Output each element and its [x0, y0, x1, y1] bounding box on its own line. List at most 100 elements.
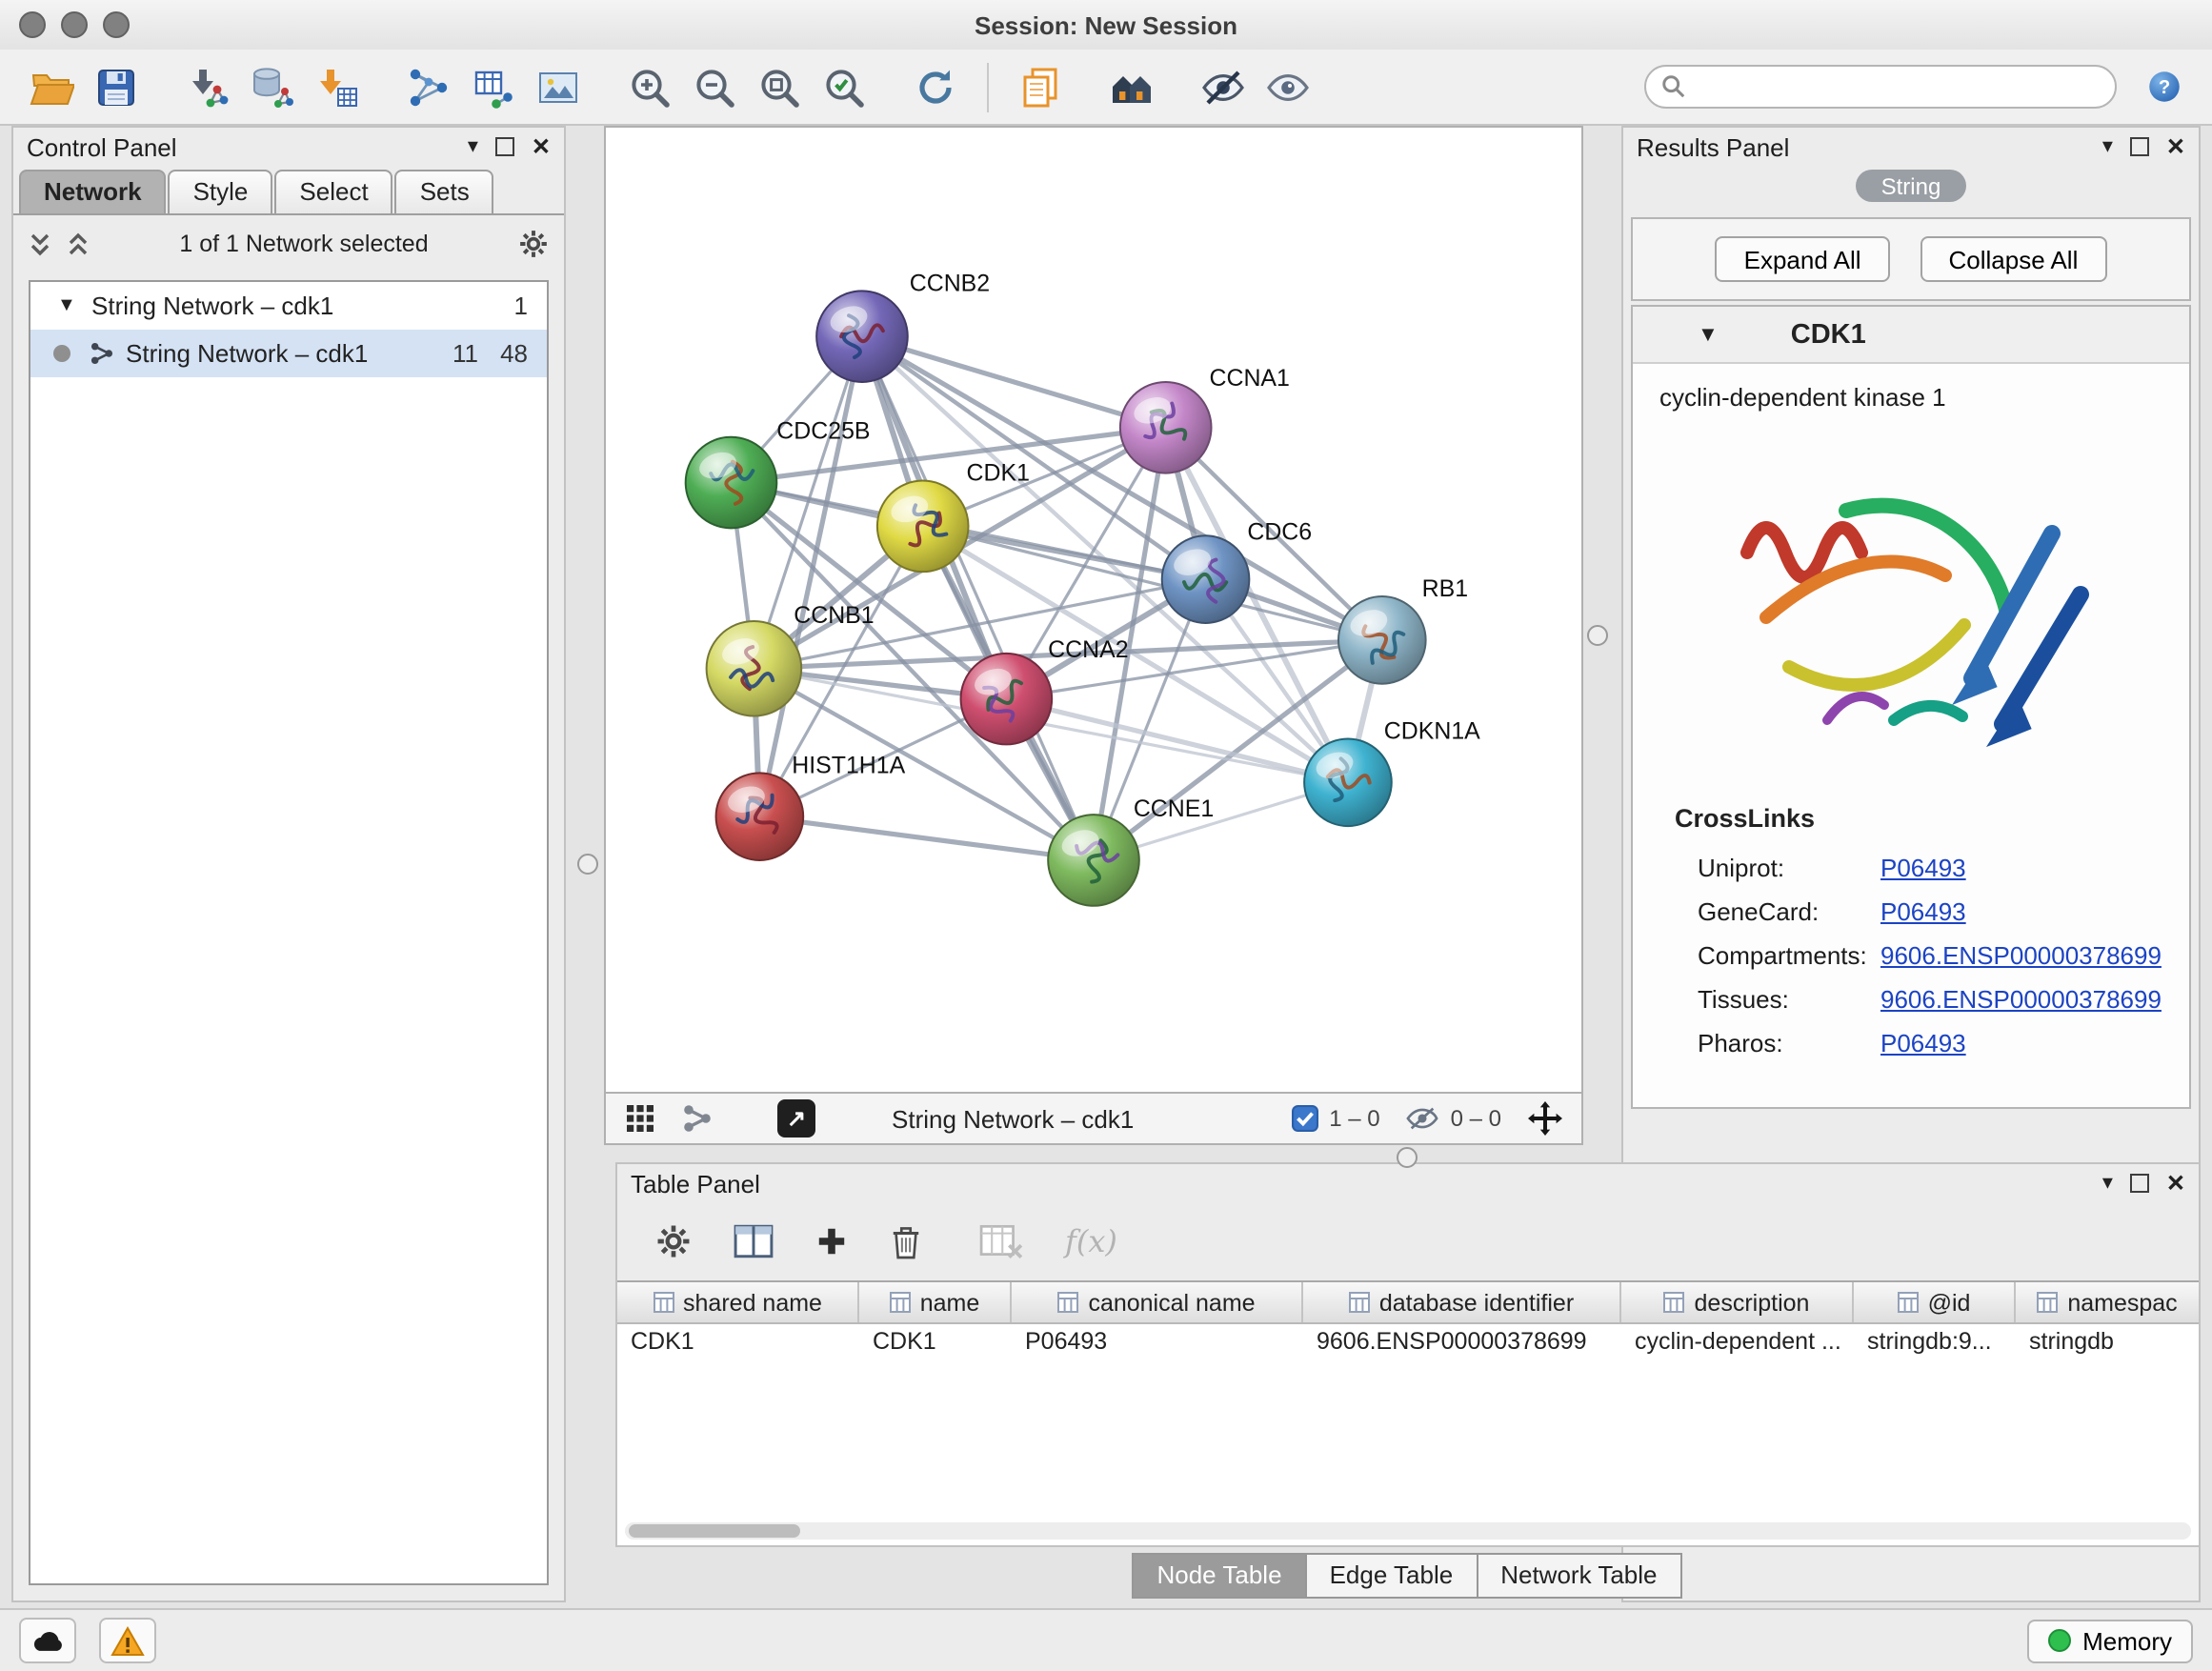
network-node-CDC25B[interactable]: [686, 437, 777, 529]
new-network-button[interactable]: [396, 56, 461, 117]
memory-button[interactable]: Memory: [2027, 1619, 2193, 1662]
cell-namespace[interactable]: stringdb: [2016, 1324, 2199, 1360]
delete-column-button[interactable]: [890, 1222, 922, 1258]
gene-caret-icon[interactable]: ▼: [1698, 323, 1719, 346]
column-header-id[interactable]: @id: [1854, 1282, 2016, 1322]
collection-caret-icon[interactable]: ▼: [57, 295, 80, 316]
network-edge[interactable]: [862, 336, 1094, 860]
function-builder-button[interactable]: f(x): [1065, 1222, 1117, 1258]
network-node-CCNE1[interactable]: [1048, 815, 1139, 906]
import-network-file-button[interactable]: [175, 56, 240, 117]
zoom-selected-button[interactable]: [812, 56, 876, 117]
tab-style[interactable]: Style: [169, 170, 273, 213]
cell-database-identifier[interactable]: 9606.ENSP00000378699: [1303, 1324, 1621, 1360]
control-panel-float-icon[interactable]: ▾: [468, 136, 478, 157]
tab-network[interactable]: Network: [19, 170, 167, 213]
network-node-CCNA2[interactable]: [961, 654, 1053, 745]
show-all-button[interactable]: [1256, 56, 1320, 117]
collapse-tree-icon[interactable]: [67, 231, 90, 257]
import-network-database-button[interactable]: [240, 56, 305, 117]
crosslink-link[interactable]: P06493: [1880, 897, 1966, 926]
network-options-gear-icon[interactable]: [518, 229, 549, 259]
splitter-handle[interactable]: [577, 854, 598, 875]
network-edge[interactable]: [759, 816, 1094, 860]
network-view-mode-icon[interactable]: [682, 1103, 713, 1134]
crosslink-link[interactable]: P06493: [1880, 854, 1966, 882]
network-node-CDK1[interactable]: [877, 481, 969, 573]
tab-node-table[interactable]: Node Table: [1132, 1553, 1306, 1599]
create-column-button[interactable]: [815, 1224, 848, 1257]
collapse-all-button[interactable]: Collapse All: [1920, 236, 2107, 282]
column-header-database-identifier[interactable]: database identifier: [1303, 1282, 1621, 1322]
export-image-button[interactable]: [526, 56, 591, 117]
tab-select[interactable]: Select: [274, 170, 392, 213]
search-input[interactable]: [1696, 71, 2100, 102]
table-panel-maximize-icon[interactable]: [2130, 1174, 2149, 1193]
show-columns-button[interactable]: [734, 1222, 774, 1258]
control-panel-maximize-icon[interactable]: [495, 137, 514, 156]
tab-network-table[interactable]: Network Table: [1476, 1553, 1681, 1599]
network-canvas-svg[interactable]: CCNB2CCNA1CDC25BCDK1CDC6RB1CCNB1CCNA2CDK…: [606, 128, 1581, 1092]
table-panel-float-icon[interactable]: ▾: [2102, 1173, 2113, 1194]
zoom-in-button[interactable]: [617, 56, 682, 117]
network-node-CCNB2[interactable]: [816, 291, 908, 382]
crosslink-link[interactable]: 9606.ENSP00000378699: [1880, 941, 2162, 970]
grid-view-icon[interactable]: [625, 1103, 655, 1134]
cell-shared-name[interactable]: CDK1: [617, 1324, 859, 1360]
network-row[interactable]: String Network – cdk1 11 48: [30, 330, 547, 377]
results-panel-float-icon[interactable]: ▾: [2102, 136, 2113, 157]
expand-all-button[interactable]: Expand All: [1716, 236, 1890, 282]
table-panel-close-icon[interactable]: ✕: [2166, 1172, 2185, 1195]
network-node-CDC6[interactable]: [1162, 535, 1250, 623]
network-node-CCNA1[interactable]: [1120, 382, 1212, 473]
column-header-shared-name[interactable]: shared name: [617, 1282, 859, 1322]
table-settings-button[interactable]: [655, 1222, 692, 1258]
save-session-button[interactable]: [84, 56, 149, 117]
network-edge[interactable]: [862, 336, 1166, 428]
cell-canonical-name[interactable]: P06493: [1012, 1324, 1303, 1360]
crosslink-link[interactable]: P06493: [1880, 1029, 1966, 1057]
tab-sets[interactable]: Sets: [395, 170, 494, 213]
refresh-view-button[interactable]: [903, 56, 968, 117]
results-panel-close-icon[interactable]: ✕: [2166, 135, 2185, 158]
column-header-canonical-name[interactable]: canonical name: [1012, 1282, 1303, 1322]
pan-crosshair-icon[interactable]: [1528, 1101, 1562, 1136]
network-canvas[interactable]: CCNB2CCNA1CDC25BCDK1CDC6RB1CCNB1CCNA2CDK…: [604, 126, 1583, 1094]
network-node-RB1[interactable]: [1338, 596, 1426, 684]
gene-section-header[interactable]: ▼ CDK1: [1633, 307, 2189, 364]
import-table-file-button[interactable]: [305, 56, 370, 117]
column-header-namespace[interactable]: namespac: [2016, 1282, 2199, 1322]
control-panel-close-icon[interactable]: ✕: [532, 135, 551, 158]
splitter-handle[interactable]: [1397, 1147, 1418, 1168]
splitter-handle[interactable]: [1587, 625, 1608, 646]
network-collection-row[interactable]: ▼ String Network – cdk1 1: [30, 282, 547, 330]
hidden-eye-slash-icon[interactable]: [1407, 1105, 1439, 1132]
first-neighbors-button[interactable]: [1099, 56, 1164, 117]
network-node-HIST1H1A[interactable]: [716, 773, 804, 860]
column-header-description[interactable]: description: [1621, 1282, 1854, 1322]
cloud-status-button[interactable]: [19, 1618, 76, 1663]
zoom-fit-button[interactable]: [747, 56, 812, 117]
results-panel-maximize-icon[interactable]: [2130, 137, 2149, 156]
network-node-CDKN1A[interactable]: [1304, 738, 1392, 826]
network-node-CCNB1[interactable]: [707, 621, 802, 716]
cell-id[interactable]: stringdb:9...: [1854, 1324, 2016, 1360]
warning-button[interactable]: [99, 1618, 156, 1663]
scrollbar-thumb[interactable]: [629, 1524, 800, 1538]
help-button[interactable]: ?: [2136, 58, 2193, 115]
selected-checkbox-icon[interactable]: [1291, 1105, 1317, 1132]
column-header-name[interactable]: name: [859, 1282, 1012, 1322]
copy-to-clipboard-button[interactable]: [1008, 56, 1073, 117]
cell-name[interactable]: CDK1: [859, 1324, 1012, 1360]
new-network-from-table-button[interactable]: [461, 56, 526, 117]
crosslink-link[interactable]: 9606.ENSP00000378699: [1880, 985, 2162, 1014]
hide-selected-button[interactable]: [1191, 56, 1256, 117]
cell-description[interactable]: cyclin-dependent ...: [1621, 1324, 1854, 1360]
zoom-out-button[interactable]: [682, 56, 747, 117]
open-session-button[interactable]: [19, 56, 84, 117]
string-tab-badge[interactable]: String: [1856, 170, 1966, 202]
expand-tree-icon[interactable]: [29, 231, 51, 257]
open-in-new-window-button[interactable]: ↗: [777, 1099, 815, 1137]
delete-table-button[interactable]: [979, 1222, 1023, 1258]
tab-edge-table[interactable]: Edge Table: [1305, 1553, 1478, 1599]
